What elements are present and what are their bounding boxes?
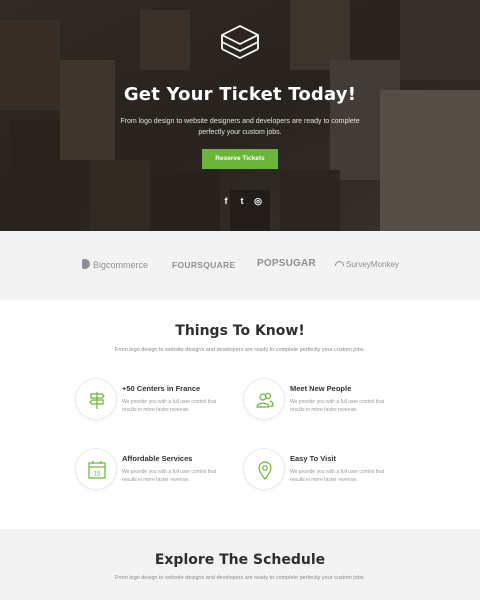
bigcommerce-logo-icon <box>82 259 90 269</box>
brand-bigcommerce: Bigcommerce <box>82 259 148 270</box>
layers-logo-icon <box>221 25 259 59</box>
schedule-title: Explore The Schedule <box>154 552 326 568</box>
hero-content: Get Your Ticket Today! From logo design … <box>0 0 480 231</box>
schedule-subtitle: From logo design to website designs and … <box>114 575 366 581</box>
calendar-day-label: 15 <box>94 472 101 478</box>
feature-easy-visit: Easy To Visit We provide you with a full… <box>243 448 413 494</box>
brand-surveymonkey: SurveyMonkey <box>335 260 399 269</box>
feature-centers: +50 Centers in France We provide you wit… <box>75 378 245 424</box>
feature-title: Affordable Services <box>122 454 193 463</box>
map-pin-icon <box>258 461 272 480</box>
brand-surveymonkey-label: SurveyMonkey <box>346 260 399 269</box>
feature-description: We provide you with a full user control … <box>122 469 217 483</box>
twitter-icon[interactable]: t <box>237 196 247 206</box>
feature-icon-circle <box>243 448 285 490</box>
feature-icon-circle <box>243 378 285 420</box>
feature-title: Easy To Visit <box>290 454 336 463</box>
things-title: Things To Know! <box>175 323 305 339</box>
hero-title: Get Your Ticket Today! <box>123 84 357 105</box>
feature-description: We provide you with a full user control … <box>122 399 217 413</box>
calendar-icon: 15 <box>88 461 106 479</box>
feature-icon-circle <box>75 378 117 420</box>
signpost-icon <box>89 392 105 409</box>
things-to-know-section: Things To Know! From logo design to webs… <box>0 300 480 529</box>
brand-foursquare: FOURSQUARE <box>172 260 236 270</box>
things-subtitle: From logo design to website designs and … <box>114 347 366 353</box>
people-icon <box>256 392 274 408</box>
feature-title: +50 Centers in France <box>122 384 201 393</box>
feature-title: Meet New People <box>290 384 352 393</box>
instagram-icon[interactable]: ◎ <box>253 196 263 206</box>
schedule-section: Explore The Schedule From logo design to… <box>0 529 480 600</box>
hero-description: From logo design to website designers an… <box>120 118 360 136</box>
hero-section: Get Your Ticket Today! From logo design … <box>0 0 480 231</box>
facebook-icon[interactable]: f <box>221 196 231 206</box>
surveymonkey-logo-icon <box>335 261 344 266</box>
social-links: f t ◎ <box>221 196 263 206</box>
feature-affordable: 15 Affordable Services We provide you wi… <box>75 448 245 494</box>
feature-meet-people: Meet New People We provide you with a fu… <box>243 378 413 424</box>
reserve-tickets-button[interactable]: Reserve Tickets <box>202 149 278 169</box>
feature-description: We provide you with a full user control … <box>290 399 385 413</box>
brand-popsugar: POPSUGAR <box>257 258 316 269</box>
feature-icon-circle: 15 <box>75 448 117 490</box>
brand-logos-strip: Bigcommerce FOURSQUARE POPSUGAR SurveyMo… <box>0 231 480 300</box>
feature-description: We provide you with a full user control … <box>290 469 385 483</box>
brand-bigcommerce-label: Bigcommerce <box>93 260 149 270</box>
